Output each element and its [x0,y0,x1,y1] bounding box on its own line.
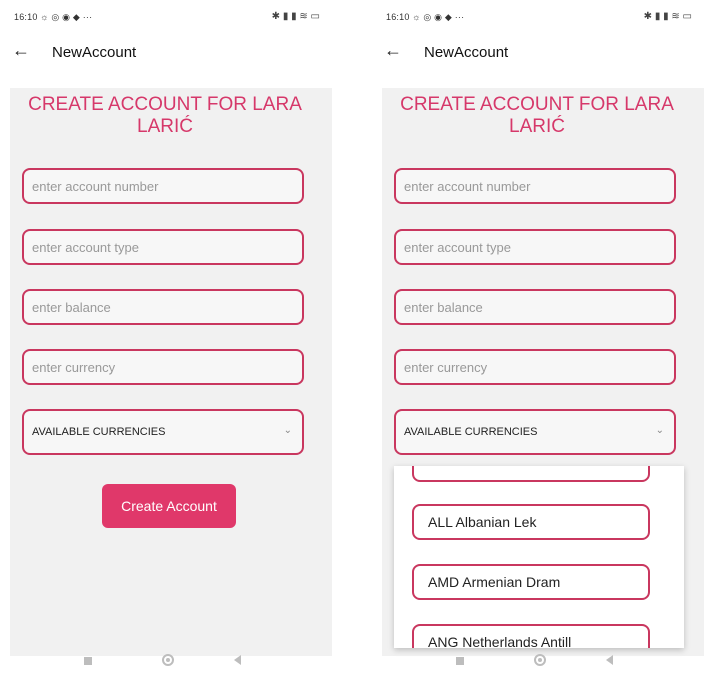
currency-dropdown[interactable]: ALL Albanian Lek AMD Armenian Dram ANG N… [394,466,684,648]
back-triangle-icon[interactable] [606,655,613,665]
account-number-input[interactable] [24,170,302,202]
account-number-field[interactable] [22,168,304,204]
status-bar: 16:10 ☼ ◎ ◉ ◆ ··· ✱ ▮ ▮ ≋ ▭ [372,0,704,34]
phone-screen-left: 16:10 ☼ ◎ ◉ ◆ ··· ✱ ▮ ▮ ≋ ▭ ← NewAccount… [0,0,332,684]
status-icons: ✱ ▮ ▮ ≋ ▭ [643,11,692,22]
page-heading: CREATE ACCOUNT FOR LARA LARIĆ [28,94,302,137]
status-icons: ✱ ▮ ▮ ≋ ▭ [271,11,320,22]
currency-select-label: AVAILABLE CURRENCIES [32,426,166,438]
currency-input[interactable] [396,351,674,383]
balance-input[interactable] [396,291,674,323]
currency-option[interactable]: AMD Armenian Dram [412,564,650,600]
back-triangle-icon[interactable] [234,655,241,665]
home-icon[interactable] [534,654,546,666]
currency-input[interactable] [24,351,302,383]
phone-screen-right: 16:10 ☼ ◎ ◉ ◆ ··· ✱ ▮ ▮ ≋ ▭ ← NewAccount… [372,0,704,684]
currency-select[interactable]: AVAILABLE CURRENCIES ⌄ [22,409,304,455]
recents-icon[interactable] [456,657,464,665]
currency-option[interactable]: ALL Albanian Lek [412,504,650,540]
balance-field[interactable] [22,289,304,325]
currency-option[interactable] [412,466,650,482]
account-type-input[interactable] [24,231,302,263]
app-bar: ← NewAccount [372,34,704,74]
chevron-down-icon: ⌄ [655,425,664,436]
system-nav-bar [0,640,332,684]
account-number-field[interactable] [394,168,676,204]
status-time: 16:10 ☼ ◎ ◉ ◆ ··· [386,12,465,22]
app-bar: ← NewAccount [0,34,332,74]
account-number-input[interactable] [396,170,674,202]
account-type-field[interactable] [394,229,676,265]
back-arrow-icon[interactable]: ← [12,40,30,61]
system-nav-bar [372,640,704,684]
app-title: NewAccount [424,44,509,61]
page-heading: CREATE ACCOUNT FOR LARA LARIĆ [400,94,674,137]
currency-field[interactable] [394,349,676,385]
form-container: CREATE ACCOUNT FOR LARA LARIĆ AVAILABLE … [10,88,332,656]
account-type-field[interactable] [22,229,304,265]
status-bar: 16:10 ☼ ◎ ◉ ◆ ··· ✱ ▮ ▮ ≋ ▭ [0,0,332,34]
home-icon[interactable] [162,654,174,666]
create-account-button[interactable]: Create Account [102,484,236,528]
balance-input[interactable] [24,291,302,323]
chevron-down-icon: ⌄ [283,425,292,436]
recents-icon[interactable] [84,657,92,665]
balance-field[interactable] [394,289,676,325]
account-type-input[interactable] [396,231,674,263]
currency-select-label: AVAILABLE CURRENCIES [404,426,538,438]
back-arrow-icon[interactable]: ← [384,40,402,61]
currency-select[interactable]: AVAILABLE CURRENCIES ⌄ [394,409,676,455]
app-title: NewAccount [52,44,137,61]
status-time: 16:10 ☼ ◎ ◉ ◆ ··· [14,12,93,22]
form-container: CREATE ACCOUNT FOR LARA LARIĆ AVAILABLE … [382,88,704,656]
currency-field[interactable] [22,349,304,385]
